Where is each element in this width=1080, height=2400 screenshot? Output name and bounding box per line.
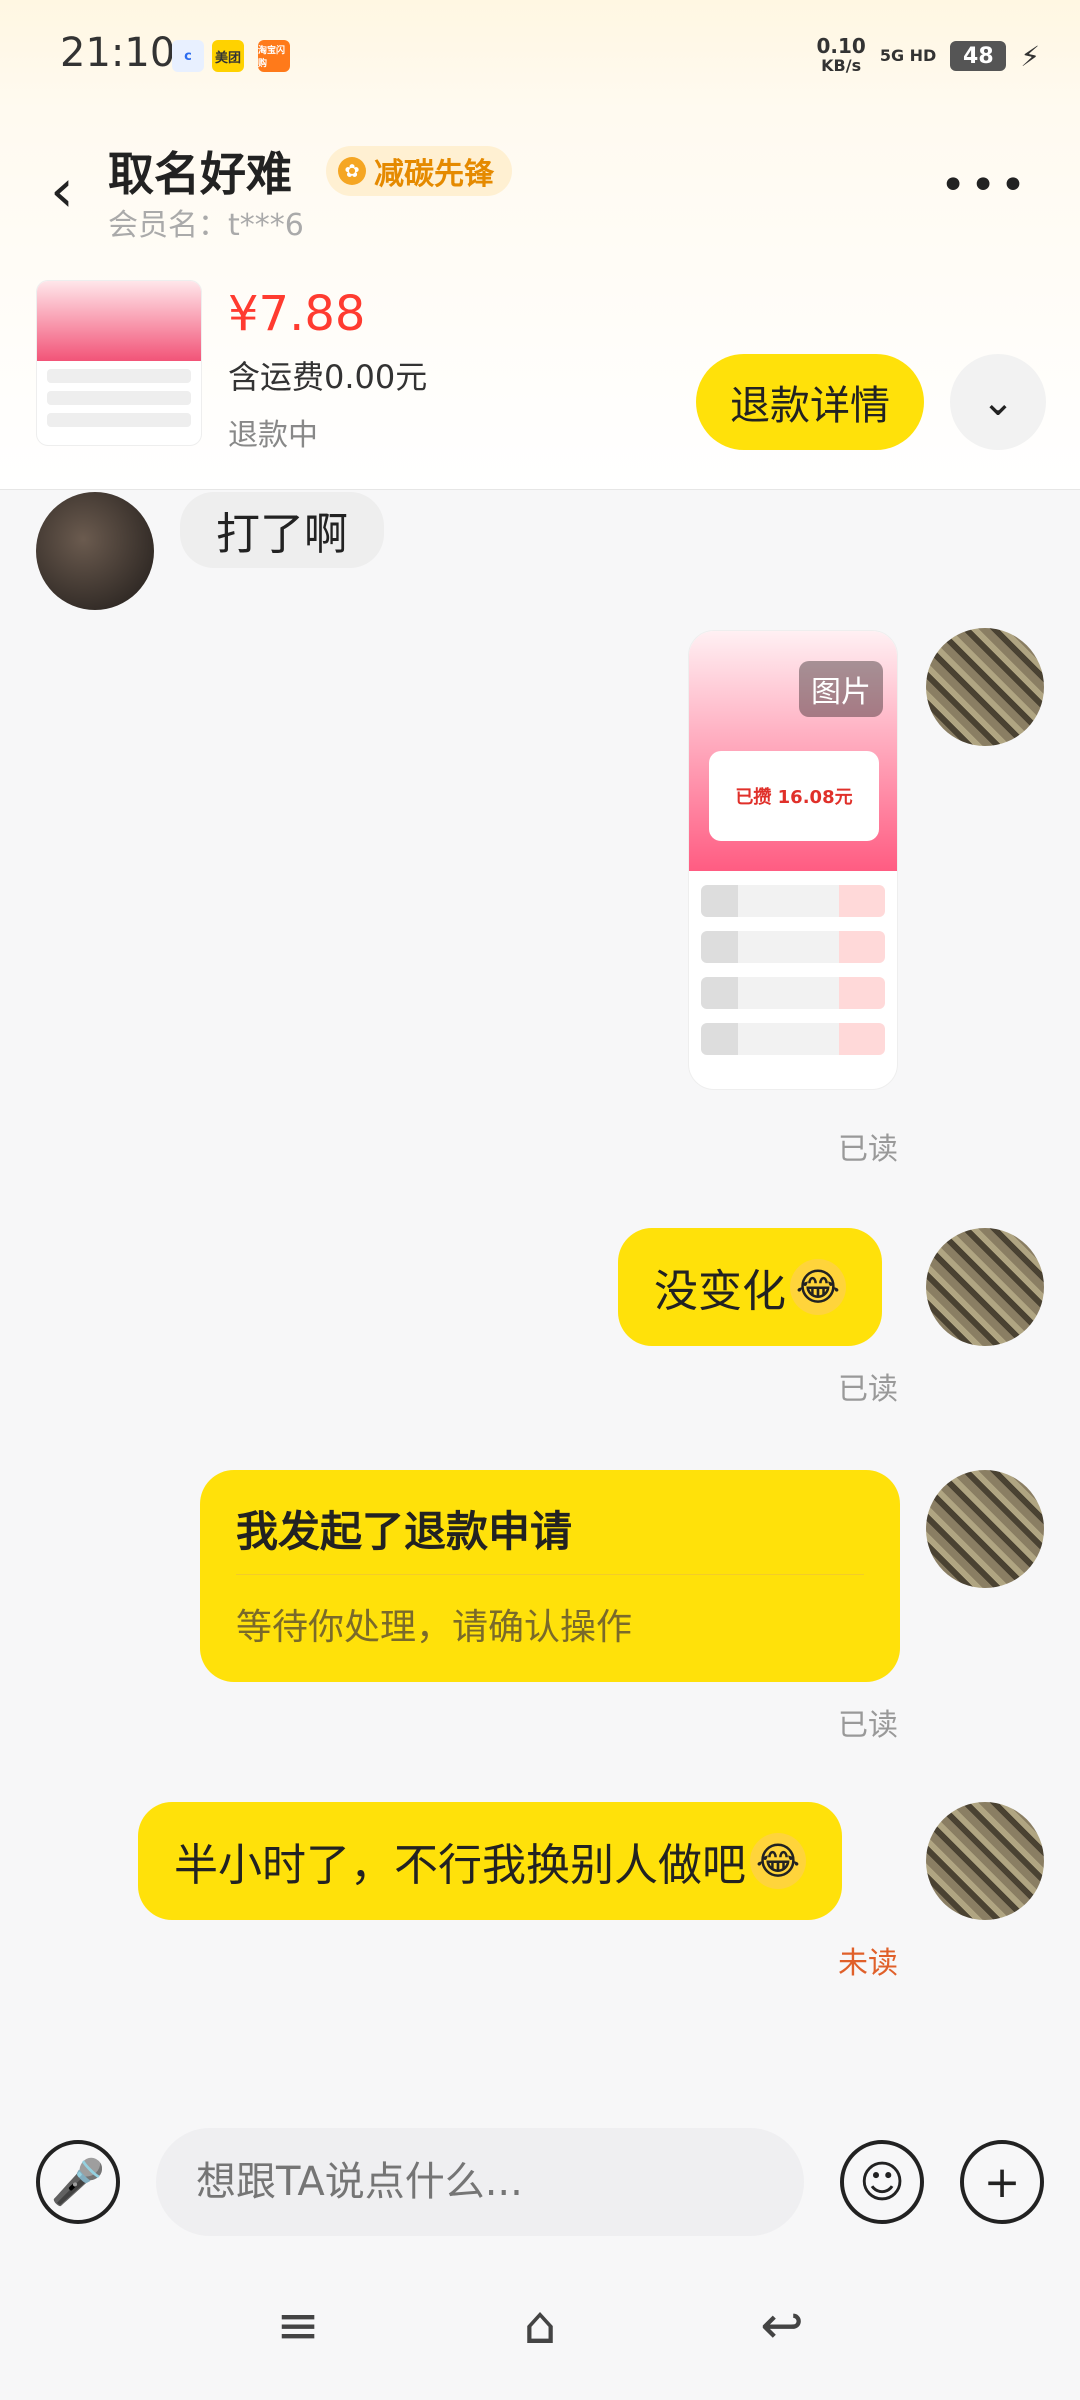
status-bar: 21:10 c 美团 淘宝闪购 0.10 KB/s 5G HD 48 ⚡: [0, 0, 1080, 110]
plus-icon[interactable]: +: [960, 2140, 1044, 2224]
card-title: 我发起了退款申请: [236, 1507, 573, 1556]
battery-icon: 48: [950, 41, 1007, 71]
status-right: 0.10 KB/s 5G HD 48 ⚡: [816, 36, 1040, 76]
read-status: 已读: [838, 1132, 898, 1167]
back-nav-icon[interactable]: ↩: [742, 2286, 822, 2366]
image-message[interactable]: 图片 已攒 16.08元: [688, 630, 898, 1090]
leaf-icon: ✿: [338, 157, 366, 185]
message-input[interactable]: [156, 2128, 804, 2236]
message-bubble[interactable]: 打了啊: [180, 492, 384, 568]
friend-avatar[interactable]: [36, 492, 154, 610]
microphone-icon[interactable]: 🎤: [36, 2140, 120, 2224]
product-thumbnail[interactable]: [36, 280, 202, 446]
emoji-icon[interactable]: ☺: [840, 2140, 924, 2224]
app-notification-icon: c: [172, 40, 204, 72]
message-bubble[interactable]: 半小时了，不行我换别人做吧 😂: [138, 1802, 842, 1920]
badge-label: 减碳先锋: [374, 157, 494, 192]
net-speed: 0.10 KB/s: [816, 34, 866, 75]
taobao-icon: 淘宝闪购: [258, 40, 290, 72]
signal-icon: 5G HD: [879, 46, 937, 65]
read-status: 已读: [838, 1708, 898, 1743]
divider: [236, 1574, 864, 1575]
shipping-fee: 含运费0.00元: [228, 358, 428, 396]
home-icon[interactable]: ⌂: [500, 2286, 580, 2366]
chat-header: ‹ 取名好难 ✿ 减碳先锋 会员名：t***6 ••• ¥7.88 含运费0.0…: [0, 110, 1080, 490]
meituan-icon: 美团: [212, 40, 244, 72]
card-subtitle: 等待你处理，请确认操作: [236, 1607, 633, 1648]
carbon-badge: ✿ 减碳先锋: [326, 146, 512, 196]
chat-area[interactable]: 打了啊 图片 已攒 16.08元 已读 没变化 😂 已读 我发起了退款申请 等待你…: [0, 492, 1080, 2112]
crying-laughing-emoji-icon: 😂: [750, 1833, 806, 1889]
more-icon[interactable]: •••: [940, 160, 1030, 211]
charging-icon: ⚡: [1020, 39, 1040, 73]
message-bubble[interactable]: 没变化 😂: [618, 1228, 882, 1346]
refund-status: 退款中: [228, 418, 318, 453]
refund-details-button[interactable]: 退款详情: [696, 354, 924, 450]
my-avatar[interactable]: [926, 1802, 1044, 1920]
my-avatar[interactable]: [926, 628, 1044, 746]
refund-request-card[interactable]: 我发起了退款申请 等待你处理，请确认操作: [200, 1470, 900, 1682]
image-label: 图片: [799, 661, 883, 717]
my-avatar[interactable]: [926, 1228, 1044, 1346]
system-nav-bar: ≡ ⌂ ↩: [0, 2252, 1080, 2400]
contact-name: 取名好难: [108, 147, 292, 201]
crying-laughing-emoji-icon: 😂: [790, 1259, 846, 1315]
unread-status: 未读: [838, 1946, 898, 1981]
input-bar: 🎤 ☺ +: [0, 2112, 1080, 2252]
image-amount: 已攒 16.08元: [709, 751, 879, 841]
read-status: 已读: [838, 1372, 898, 1407]
chevron-down-icon[interactable]: ⌄: [950, 354, 1046, 450]
clock: 21:10: [60, 30, 176, 76]
member-name: 会员名：t***6: [108, 208, 304, 243]
order-price: ¥7.88: [228, 286, 366, 342]
my-avatar[interactable]: [926, 1470, 1044, 1588]
menu-icon[interactable]: ≡: [258, 2286, 338, 2366]
back-icon[interactable]: ‹: [50, 156, 74, 226]
